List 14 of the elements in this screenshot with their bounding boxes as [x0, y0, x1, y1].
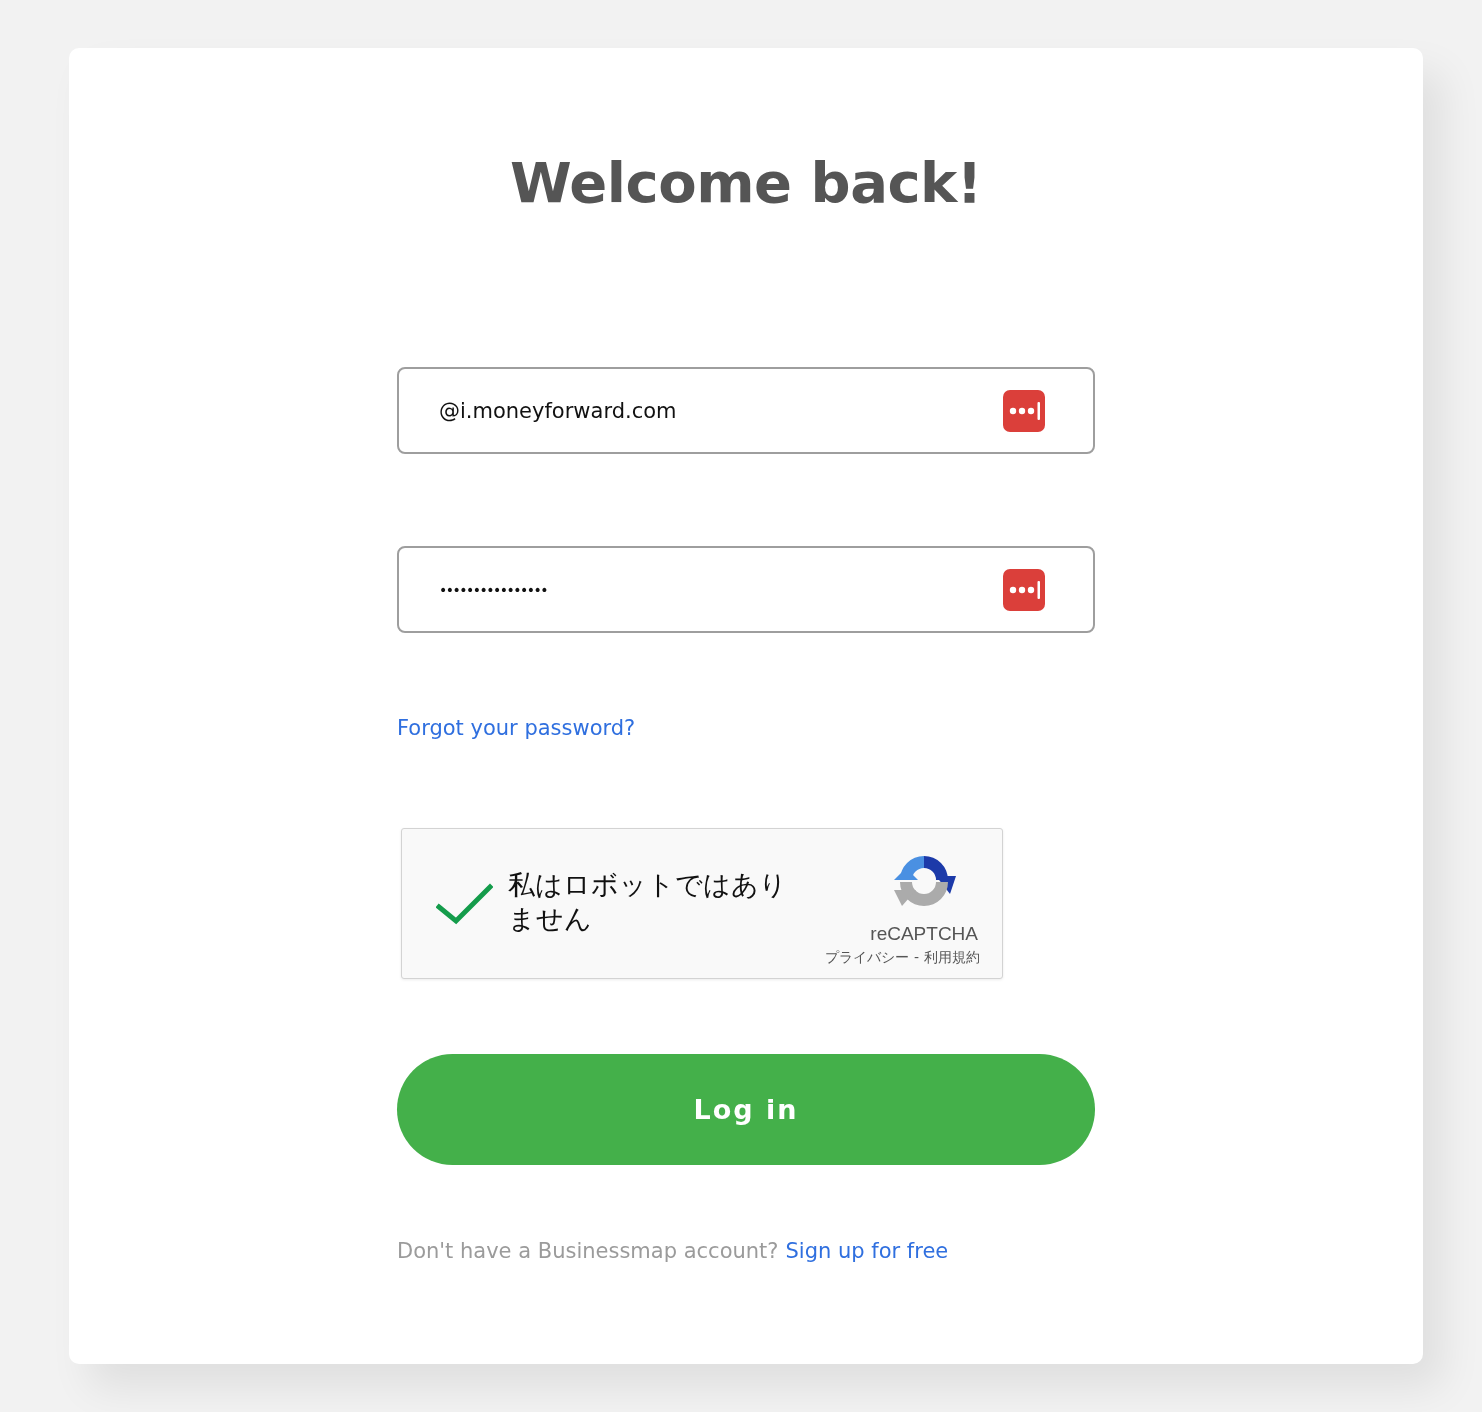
welcome-heading: Welcome back! — [510, 149, 982, 216]
ellipsis-cursor-icon[interactable] — [1003, 389, 1045, 432]
signup-prompt: Don't have a Businessmap account? — [397, 1238, 779, 1265]
password-field[interactable]: •••••••••••••••• — [397, 546, 1095, 633]
captcha-label: 私はロボットではありません — [508, 867, 788, 936]
privacy-link[interactable]: プライバシー — [824, 947, 909, 967]
terms-link[interactable]: 利用規約 — [924, 947, 980, 967]
email-field[interactable]: @i.moneyforward.com — [397, 367, 1095, 454]
captcha-brand: reCAPTCHA — [870, 922, 978, 946]
checkmark-icon[interactable] — [436, 882, 493, 925]
ellipsis-cursor-icon[interactable] — [1003, 568, 1045, 611]
forgot-password-link[interactable]: Forgot your password? — [397, 713, 636, 743]
link-separator: - — [913, 948, 919, 967]
signup-link[interactable]: Sign up for free — [785, 1236, 949, 1266]
